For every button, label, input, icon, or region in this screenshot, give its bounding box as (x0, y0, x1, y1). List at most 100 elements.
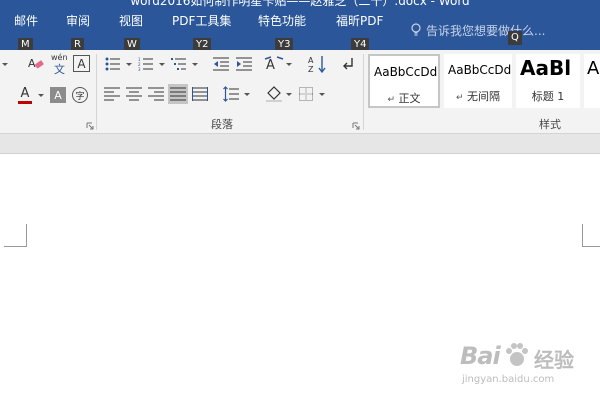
enclose-characters-glyph: 字 (75, 91, 85, 102)
group-separator (96, 54, 97, 130)
svg-text:A: A (266, 58, 275, 73)
decrease-indent-icon (213, 57, 229, 71)
style-heading-1-name: 标题 1 (531, 90, 565, 103)
align-left-button[interactable] (103, 85, 121, 103)
sort-button[interactable]: A Z (307, 54, 327, 74)
document-area[interactable]: Bai 经验 jingyan.baidu.com (0, 134, 600, 400)
tab-pdf-tools[interactable]: PDF工具集 (172, 12, 231, 30)
style-normal-name: ↵ 正文 (387, 92, 421, 105)
line-spacing-dropdown-caret[interactable] (244, 93, 250, 96)
window-title: word2016如何制作明星卡贴——赵雅芝（二十）.docx - Word (130, 0, 470, 8)
align-center-icon (126, 87, 142, 101)
phonetic-guide-button[interactable]: wén 文 (50, 53, 70, 76)
ribbon-tab-bar: 邮件 审阅 视图 PDF工具集 特色功能 福昕PDF M R W Y2 Y3 Y… (0, 8, 600, 52)
chinese-layout-button[interactable]: A (264, 54, 284, 74)
tell-me-box[interactable]: 告诉我您想要做什么... (411, 21, 545, 39)
svg-text:Z: Z (308, 65, 314, 74)
tell-me-placeholder: 告诉我您想要做什么... (426, 23, 546, 38)
styles-group-label: 样式 (539, 118, 561, 131)
tab-special-features[interactable]: 特色功能 (258, 12, 306, 30)
phonetic-guide-icon: wén 文 (50, 53, 70, 76)
watermark-brand: Bai (460, 342, 501, 370)
numbering-dropdown-caret[interactable] (159, 63, 165, 66)
borders-button[interactable] (297, 85, 315, 103)
show-hide-marks-button[interactable] (340, 54, 358, 74)
style-no-spacing-name: ↵ 无间隔 (455, 90, 501, 103)
svg-text:3: 3 (138, 67, 141, 71)
style-heading-2[interactable]: A (584, 54, 600, 108)
font-size-dropdown-caret[interactable] (2, 63, 8, 66)
font-color-button[interactable]: A (16, 85, 34, 105)
numbering-button[interactable]: 1 2 3 (137, 55, 155, 73)
style-normal[interactable]: AaBbCcDd ↵ 正文 (368, 54, 440, 108)
shading-button[interactable] (264, 84, 284, 104)
eraser-icon: A (28, 57, 44, 70)
lightbulb-icon (411, 23, 421, 36)
group-separator (363, 54, 364, 130)
tab-foxit-pdf[interactable]: 福昕PDF (336, 12, 383, 30)
align-right-icon (148, 87, 164, 101)
increase-indent-button[interactable] (235, 55, 253, 73)
multilevel-list-dropdown-caret[interactable] (192, 63, 198, 66)
align-left-icon (104, 87, 120, 101)
document-top-band (0, 134, 600, 154)
font-color-glyph: A (20, 85, 30, 101)
word-window: word2016如何制作明星卡贴——赵雅芝（二十）.docx - Word 邮件… (0, 0, 600, 400)
tab-review[interactable]: 审阅 (66, 12, 90, 30)
paragraph-group-label: 段落 (211, 118, 233, 131)
phonetic-char: 文 (54, 63, 65, 76)
style-heading-1[interactable]: AaBl 标题 1 (516, 54, 580, 108)
crop-mark-top-right-icon (582, 224, 600, 247)
svg-text:A: A (308, 56, 314, 65)
paragraph-mark-icon (343, 58, 353, 70)
decrease-indent-button[interactable] (212, 55, 230, 73)
bullets-button[interactable] (104, 55, 122, 73)
borders-dropdown-caret[interactable] (319, 93, 325, 96)
distributed-icon (192, 87, 208, 101)
watermark-brand-cn: 经验 (534, 348, 574, 372)
paragraph-mark-icon: ↵ (455, 93, 464, 103)
chinese-layout-dropdown-caret[interactable] (286, 63, 292, 66)
line-spacing-icon (223, 86, 239, 102)
style-heading-2-sample: A (587, 58, 600, 79)
character-border-button[interactable]: A (73, 55, 90, 72)
style-no-spacing[interactable]: AaBbCcDd ↵ 无间隔 (444, 54, 512, 108)
paint-bucket-icon (266, 86, 282, 102)
font-dialog-launcher-icon[interactable] (86, 122, 94, 130)
font-color-dropdown-caret[interactable] (38, 94, 44, 97)
tab-mailings[interactable]: 邮件 (14, 12, 38, 30)
title-bar: word2016如何制作明星卡贴——赵雅芝（二十）.docx - Word (0, 0, 600, 8)
justify-icon (170, 87, 186, 101)
character-shading-button[interactable]: A (50, 87, 66, 103)
increase-indent-icon (236, 57, 252, 71)
paragraph-mark-icon: ↵ (387, 95, 396, 105)
crop-mark-top-left-icon (4, 224, 27, 247)
watermark-url: jingyan.baidu.com (462, 374, 555, 385)
shading-dropdown-caret[interactable] (286, 93, 292, 96)
style-normal-sample: AaBbCcDd (374, 65, 438, 79)
style-no-spacing-sample: AaBbCcDd (448, 63, 512, 77)
tab-view[interactable]: 视图 (119, 12, 143, 30)
bullets-icon (105, 57, 120, 71)
clear-formatting-button[interactable]: A (26, 54, 46, 74)
borders-icon (299, 87, 313, 101)
character-shading-glyph: A (54, 88, 62, 102)
character-border-glyph: A (77, 56, 86, 71)
align-right-button[interactable] (147, 85, 165, 103)
svg-text:A: A (28, 57, 36, 70)
paw-icon (506, 343, 528, 366)
multilevel-list-button[interactable] (170, 55, 188, 73)
line-spacing-button[interactable] (222, 85, 240, 103)
distributed-button[interactable] (191, 85, 209, 103)
paragraph-dialog-launcher-icon[interactable] (352, 122, 360, 130)
style-heading-1-sample: AaBl (520, 56, 572, 80)
bullets-dropdown-caret[interactable] (126, 63, 132, 66)
align-center-button[interactable] (125, 85, 143, 103)
keytip-tell-me: Q (508, 31, 522, 45)
font-color-swatch (18, 100, 32, 104)
baidu-jingyan-watermark: Bai 经验 jingyan.baidu.com (452, 334, 592, 394)
multilevel-list-icon (171, 58, 186, 70)
justify-button[interactable] (168, 84, 188, 104)
enclose-characters-button[interactable]: 字 (72, 87, 88, 103)
chinese-layout-icon: A (264, 56, 284, 73)
